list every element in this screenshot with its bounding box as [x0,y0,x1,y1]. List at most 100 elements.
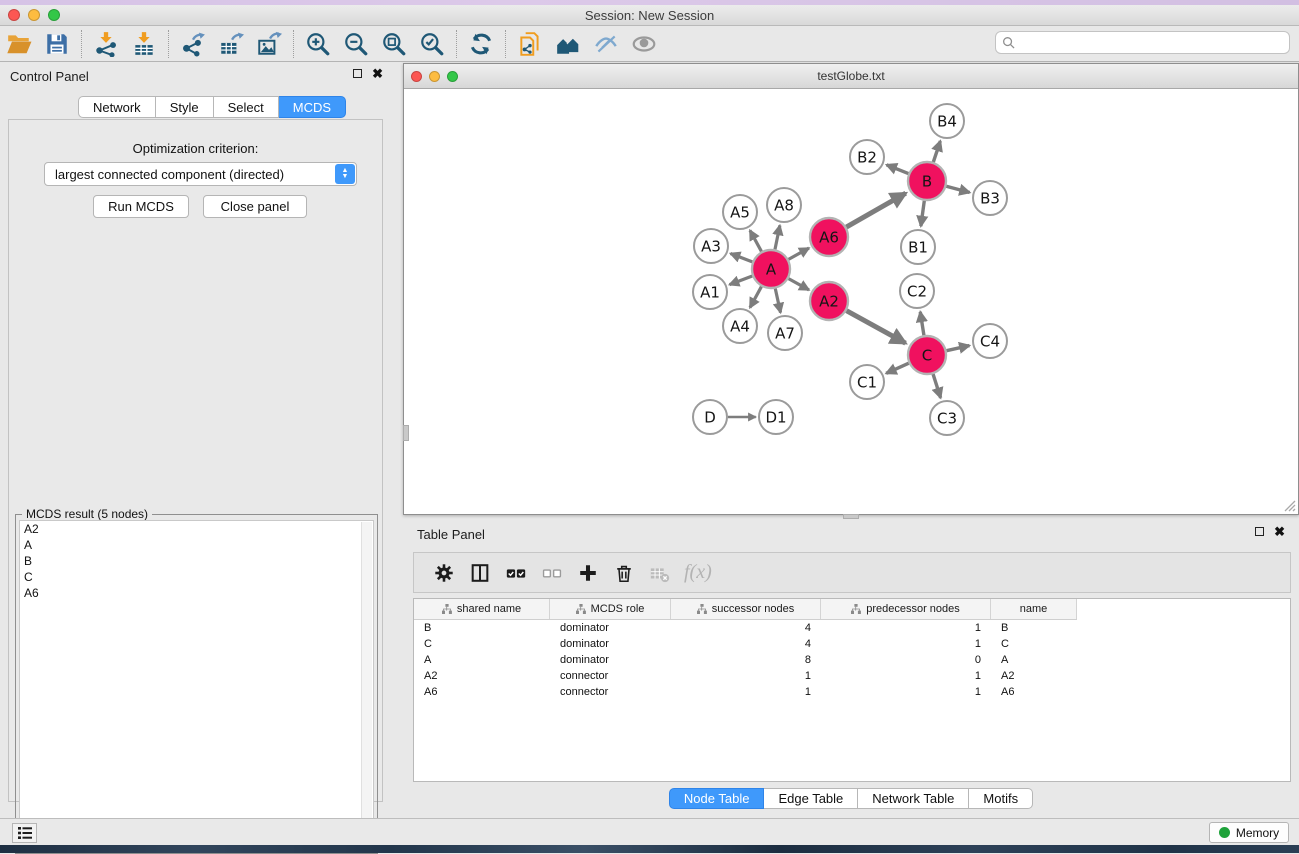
column-header-2[interactable]: successor nodes [671,599,821,619]
memory-button[interactable]: Memory [1209,822,1289,843]
graph-edge-C-C2[interactable] [920,312,924,335]
table-cell[interactable]: A2 [991,670,1077,682]
table-cell[interactable]: B [414,622,550,634]
table-row[interactable]: Cdominator41C [414,636,1290,652]
table-cell[interactable]: connector [550,670,671,682]
graph-node-C3[interactable]: C3 [930,401,964,435]
graph-node-A5[interactable]: A5 [723,195,757,229]
graph-edge-A-A7[interactable] [775,289,780,313]
float-panel-icon[interactable] [1255,527,1264,536]
graph-edge-B-B4[interactable] [933,141,940,162]
function-builder-button[interactable]: f(x) [678,556,712,590]
column-header-4[interactable]: name [991,599,1077,619]
graph-edge-B-B2[interactable] [887,165,909,174]
graph-edge-A6-B[interactable] [846,193,905,227]
network-window-titlebar[interactable]: testGlobe.txt [404,64,1298,89]
column-header-1[interactable]: MCDS role [550,599,671,619]
apply-layout-button[interactable] [462,28,500,60]
graph-edge-C-C1[interactable] [886,363,909,373]
hide-selected-button[interactable] [587,28,625,60]
table-options-button[interactable] [426,556,462,590]
table-cell[interactable]: 4 [671,622,821,634]
graph-node-A1[interactable]: A1 [693,275,727,309]
delete-table-button[interactable] [642,556,678,590]
search-input[interactable] [1015,32,1289,53]
graph-edge-A-A2[interactable] [789,279,809,290]
first-neighbors-button[interactable] [549,28,587,60]
table-row[interactable]: A2connector11A2 [414,668,1290,684]
tab-edge-table[interactable]: Edge Table [764,788,858,809]
graph-edge-B-B1[interactable] [921,201,924,226]
graph-node-A2[interactable]: A2 [810,282,848,320]
graph-node-B4[interactable]: B4 [930,104,964,138]
mcds-result-item[interactable]: C [20,569,373,585]
table-cell[interactable]: dominator [550,654,671,666]
table-cell[interactable]: dominator [550,638,671,650]
graph-edge-A-A5[interactable] [750,230,761,251]
tab-style[interactable]: Style [156,96,214,118]
close-panel-button[interactable]: Close panel [203,195,307,218]
zoom-selected-button[interactable] [413,28,451,60]
table-cell[interactable]: C [991,638,1077,650]
table-cell[interactable]: connector [550,686,671,698]
table-cell[interactable]: C [414,638,550,650]
zoom-in-button[interactable] [299,28,337,60]
graph-node-B3[interactable]: B3 [973,181,1007,215]
node-table[interactable]: shared nameMCDS rolesuccessor nodesprede… [413,598,1291,782]
search-field[interactable] [995,31,1290,54]
table-cell[interactable]: 1 [671,670,821,682]
graph-node-D1[interactable]: D1 [759,400,793,434]
tab-node-table[interactable]: Node Table [669,788,765,809]
import-network-button[interactable] [87,28,125,60]
table-cell[interactable]: 0 [821,654,991,666]
scrollbar-track[interactable] [361,522,372,850]
graph-node-A3[interactable]: A3 [694,229,728,263]
graph-node-A6[interactable]: A6 [810,218,848,256]
table-cell[interactable]: 4 [671,638,821,650]
table-cell[interactable]: 8 [671,654,821,666]
graph-node-B2[interactable]: B2 [850,140,884,174]
show-column-button[interactable] [462,556,498,590]
divider-handle[interactable] [403,425,409,441]
zoom-fit-button[interactable] [375,28,413,60]
column-header-3[interactable]: predecessor nodes [821,599,991,619]
graph-node-A7[interactable]: A7 [768,316,802,350]
run-mcds-button[interactable]: Run MCDS [93,195,189,218]
graph-edge-A-A4[interactable] [750,287,761,308]
tab-network[interactable]: Network [78,96,156,118]
graph-edge-C-C3[interactable] [933,374,941,398]
export-network-button[interactable] [174,28,212,60]
open-button[interactable] [0,28,38,60]
mcds-result-item[interactable]: A2 [20,521,373,537]
tab-mcds[interactable]: MCDS [279,96,346,118]
table-cell[interactable]: dominator [550,622,671,634]
graph-node-C4[interactable]: C4 [973,324,1007,358]
table-cell[interactable]: 1 [821,622,991,634]
table-cell[interactable]: A [414,654,550,666]
close-panel-icon[interactable]: ✖ [372,69,383,78]
table-cell[interactable]: 1 [821,686,991,698]
table-cell[interactable]: B [991,622,1077,634]
export-table-button[interactable] [212,28,250,60]
graph-node-A4[interactable]: A4 [723,309,757,343]
graph-edge-A-A6[interactable] [789,248,809,259]
graph-node-A8[interactable]: A8 [767,188,801,222]
table-cell[interactable]: A2 [414,670,550,682]
graph-edge-A2-C[interactable] [847,311,906,344]
mcds-result-item[interactable]: A6 [20,585,373,601]
table-row[interactable]: Adominator80A [414,652,1290,668]
graph-node-C2[interactable]: C2 [900,274,934,308]
network-canvas[interactable]: B4B2BB3A8A5A6A3B1AC2A1A2A4A7C4CC1DD1C3 [404,89,1298,514]
column-header-0[interactable]: shared name [414,599,550,619]
graph-edge-A-A8[interactable] [775,225,780,249]
select-all-button[interactable] [498,556,534,590]
table-cell[interactable]: A [991,654,1077,666]
table-row[interactable]: A6connector11A6 [414,684,1290,700]
table-cell[interactable]: 1 [821,670,991,682]
close-panel-icon[interactable]: ✖ [1274,527,1285,536]
graph-node-B[interactable]: B [908,162,946,200]
graph-node-B1[interactable]: B1 [901,230,935,264]
graph-edge-A-A3[interactable] [730,253,752,261]
tab-motifs[interactable]: Motifs [969,788,1033,809]
task-history-button[interactable] [12,823,37,843]
